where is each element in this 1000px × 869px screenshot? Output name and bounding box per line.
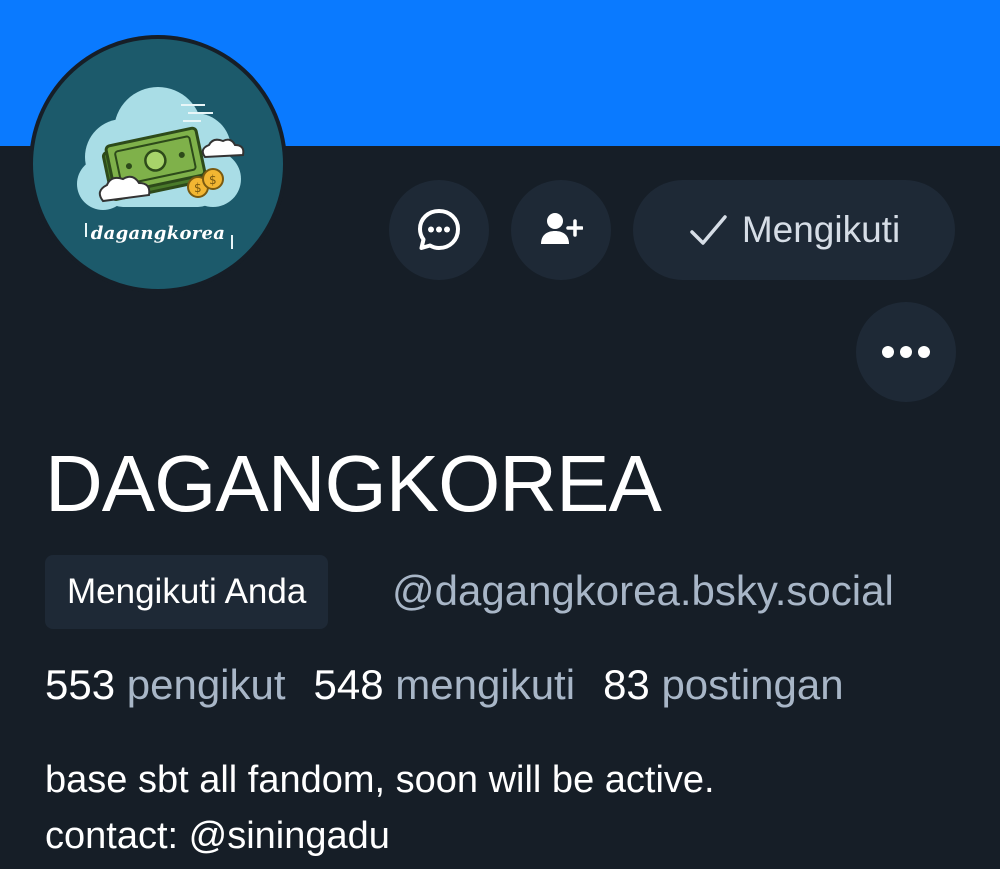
more-options-button[interactable] — [856, 302, 956, 402]
svg-text:$: $ — [209, 173, 217, 187]
follows-you-badge: Mengikuti Anda — [45, 555, 329, 629]
bio-line: base sbt all fandom, soon will be active… — [45, 759, 715, 801]
following-button-label: Mengikuti — [741, 209, 901, 250]
followers-count: 553 — [45, 661, 116, 708]
money-cloud-logo-icon: $ $ — [77, 87, 245, 249]
profile-bio: base sbt all fandom, soon will be active… — [45, 752, 715, 864]
chat-bubble-icon — [418, 209, 460, 250]
avatar-image: $ $ dagangkorea — [33, 39, 283, 289]
posts-label: postingan — [661, 661, 844, 708]
following-stat[interactable]: 548 mengikuti — [314, 661, 576, 708]
posts-count: 83 — [603, 661, 650, 708]
avatar-caption: dagangkorea — [90, 223, 226, 244]
add-to-list-button[interactable] — [511, 180, 611, 280]
profile-display-name: DAGANGKOREA — [45, 439, 662, 528]
profile-handle: @dagangkorea.bsky.social — [392, 567, 894, 614]
followers-label: pengikut — [126, 661, 286, 708]
bio-line: contact: @siningadu — [45, 815, 390, 857]
followers-stat[interactable]: 553 pengikut — [45, 661, 286, 708]
following-label: mengikuti — [395, 661, 576, 708]
following-count: 548 — [313, 661, 384, 708]
checkmark-icon — [690, 215, 727, 245]
following-button[interactable]: Mengikuti — [633, 180, 955, 280]
posts-stat: 83 postingan — [603, 661, 844, 708]
message-button[interactable] — [389, 180, 489, 280]
profile-stats: 553 pengikut 548 mengikuti 83 postingan — [45, 660, 844, 710]
ellipsis-icon — [882, 346, 930, 358]
person-add-icon — [541, 213, 583, 244]
profile-avatar[interactable]: $ $ dagangkorea — [29, 35, 287, 293]
svg-text:$: $ — [194, 181, 202, 195]
